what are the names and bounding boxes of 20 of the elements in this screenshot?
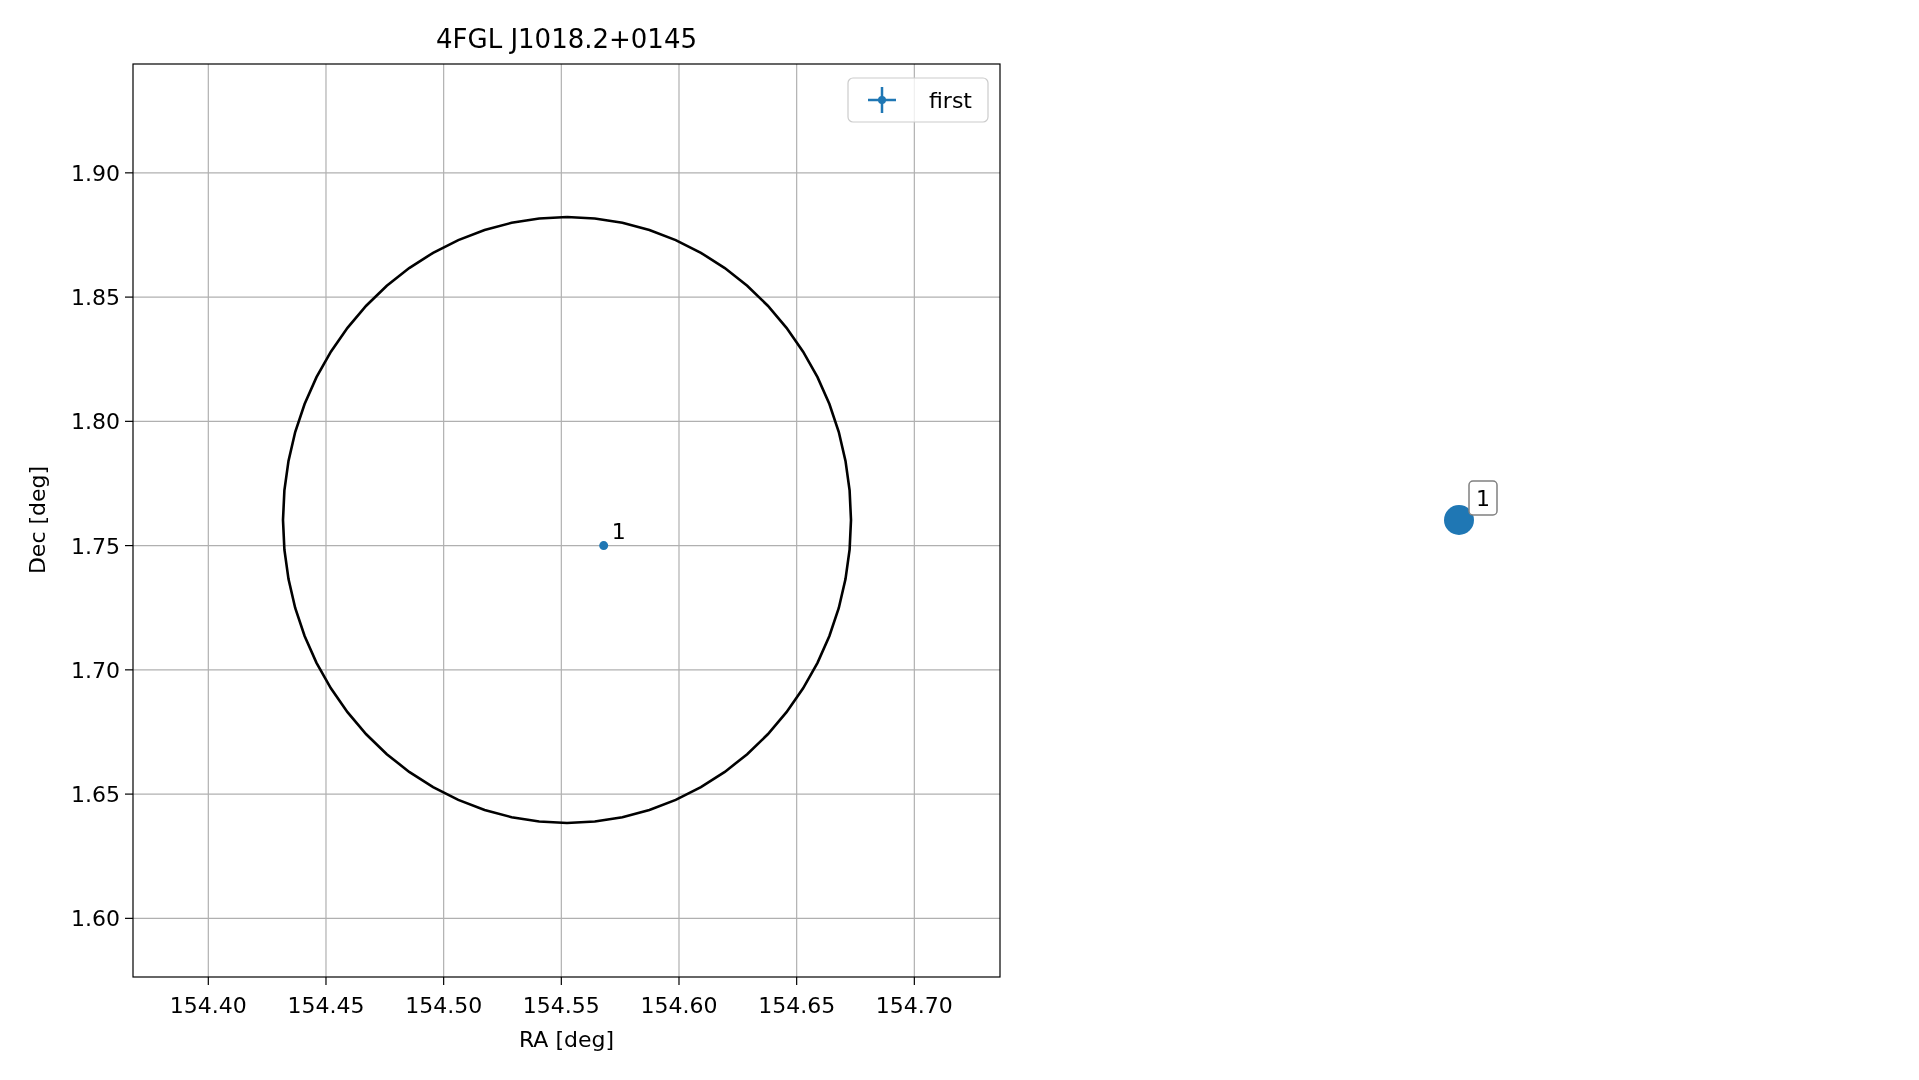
axis-tick-label: 1.75 <box>71 533 120 559</box>
chart-title: 4FGL J1018.2+0145 <box>436 24 697 54</box>
axis-label: RA [deg] <box>518 1027 615 1052</box>
axis-tick-label: 154.65 <box>758 993 836 1018</box>
axis-tick-label: 154.40 <box>169 993 247 1018</box>
axis-tick-label: 154.55 <box>522 993 600 1018</box>
axis-label: Dec [deg] <box>25 465 50 575</box>
axis-tick-label: 1.85 <box>71 285 120 311</box>
axis-tick-label: 154.60 <box>640 993 718 1018</box>
marker-label: 1 <box>1468 480 1498 516</box>
legend-label: first <box>929 88 972 113</box>
axis-tick-label: 154.50 <box>405 993 483 1018</box>
axis-tick-label: 1.60 <box>71 906 120 932</box>
axis-tick-label: 154.45 <box>287 993 365 1018</box>
axis-tick-label: 1.80 <box>71 409 120 435</box>
axis-tick-label: 1.90 <box>71 160 120 186</box>
axis-tick-label: 1.65 <box>71 782 120 808</box>
axis-tick-label: 154.70 <box>875 993 953 1018</box>
axis-tick-label: 1.70 <box>71 657 120 683</box>
point-label: 1 <box>611 518 626 544</box>
